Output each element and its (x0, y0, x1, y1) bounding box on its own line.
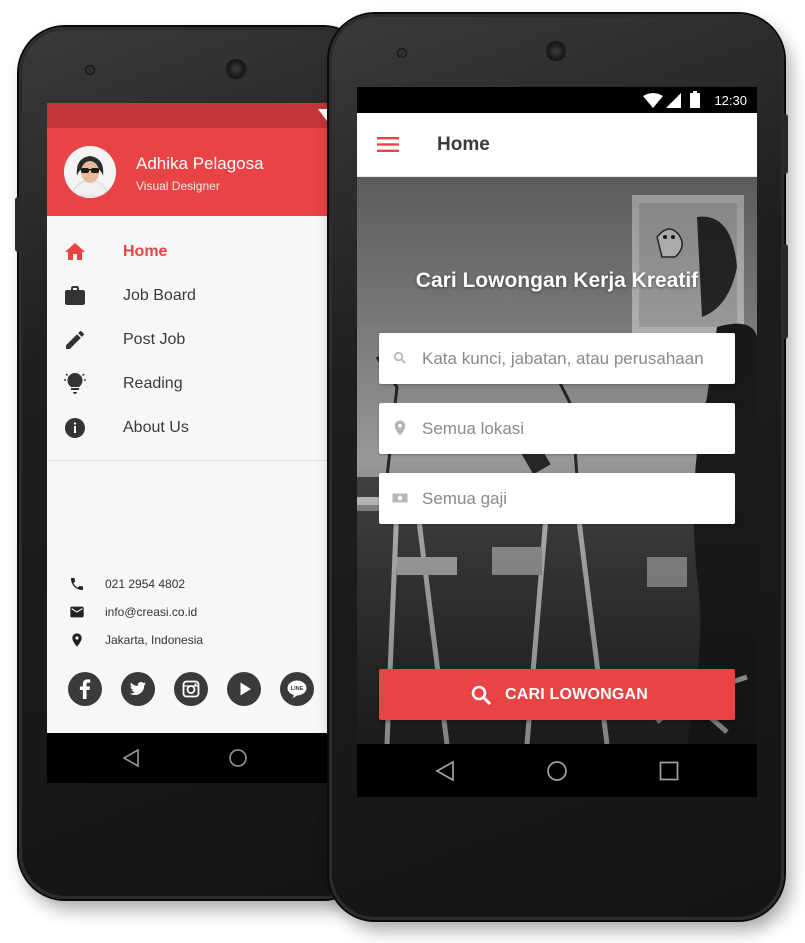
twitter-button[interactable] (121, 672, 155, 706)
battery-icon (690, 91, 700, 108)
menu-item-label: Job Board (123, 287, 196, 304)
phone-icon (71, 578, 83, 590)
drawer-menu: Home Job Board Post Job Reading About Us (47, 230, 327, 450)
facebook-button[interactable] (68, 672, 102, 706)
contact-email[interactable]: info@creasi.co.id (69, 602, 319, 622)
location-pin-icon (72, 633, 82, 647)
pencil-icon (66, 330, 85, 349)
user-name: Adhika Pelagosa (136, 154, 264, 173)
office-background-photo (357, 177, 757, 744)
menu-divider (47, 460, 327, 461)
avatar[interactable] (64, 146, 116, 198)
back-nav-icon[interactable] (435, 760, 455, 782)
lightbulb-icon (64, 373, 86, 394)
home-screen: 12:30 Home Cari Lowongan Kerja Kreatif K… (357, 87, 757, 797)
salary-placeholder: Semua gaji (422, 489, 508, 508)
twitter-icon (129, 682, 146, 695)
volume-button (782, 244, 788, 339)
search-icon (393, 351, 406, 364)
youtube-button[interactable] (227, 672, 261, 706)
user-role: Visual Designer (136, 179, 220, 193)
home-nav-icon[interactable] (546, 760, 568, 782)
menu-item-home[interactable]: Home (47, 230, 327, 274)
left-system-nav-bar (47, 733, 327, 783)
search-button-label: CARI LOWONGAN (505, 686, 649, 703)
signal-icon (666, 93, 681, 108)
app-bar: Home (357, 113, 757, 177)
contact-location[interactable]: Jakarta, Indonesia (69, 630, 319, 650)
youtube-icon (240, 682, 251, 696)
briefcase-icon (65, 286, 85, 305)
page-title: Home (437, 134, 490, 155)
keyword-search-field[interactable]: Kata kunci, jabatan, atau perusahaan (379, 333, 735, 384)
recent-apps-nav-icon[interactable] (659, 761, 679, 781)
status-bar (47, 103, 327, 128)
earpiece-speaker (546, 41, 566, 61)
money-icon (392, 493, 408, 503)
navigation-drawer-screen: Adhika Pelagosa Visual Designer Home Job… (47, 103, 327, 783)
menu-item-reading[interactable]: Reading (47, 362, 327, 406)
salary-select-field[interactable]: Semua gaji (379, 473, 735, 524)
drawer-header: Adhika Pelagosa Visual Designer (47, 128, 327, 216)
svg-text:LINE: LINE (291, 686, 304, 692)
instagram-button[interactable] (174, 672, 208, 706)
front-camera (85, 65, 95, 75)
contact-text: info@creasi.co.id (105, 605, 198, 619)
search-icon (471, 685, 492, 706)
menu-item-about-us[interactable]: About Us (47, 406, 327, 450)
menu-item-job-board[interactable]: Job Board (47, 274, 327, 318)
menu-item-label: Reading (123, 375, 183, 392)
contact-text: 021 2954 4802 (105, 577, 186, 591)
home-nav-icon[interactable] (228, 748, 248, 768)
status-bar: 12:30 (357, 87, 757, 113)
wifi-icon (643, 93, 663, 108)
home-icon (65, 243, 85, 260)
menu-item-label: Post Job (123, 331, 186, 348)
volume-button (15, 197, 21, 252)
location-placeholder: Semua lokasi (422, 419, 525, 438)
right-system-nav-bar (357, 744, 757, 797)
hero-search-section: Cari Lowongan Kerja Kreatif Kata kunci, … (357, 177, 757, 744)
hero-title: Cari Lowongan Kerja Kreatif (415, 269, 699, 292)
search-jobs-button[interactable]: CARI LOWONGAN (379, 669, 735, 720)
instagram-icon (182, 680, 200, 698)
email-icon (70, 606, 84, 618)
status-time: 12:30 (714, 93, 747, 108)
contact-phone[interactable]: 021 2954 4802 (69, 574, 319, 594)
power-button (782, 114, 788, 174)
menu-item-label: Home (123, 243, 168, 260)
facebook-icon (79, 679, 91, 699)
line-button[interactable]: LINE (280, 672, 314, 706)
location-select-field[interactable]: Semua lokasi (379, 403, 735, 454)
menu-item-label: About Us (123, 419, 189, 436)
location-pin-icon (394, 420, 406, 436)
hamburger-menu-icon[interactable] (377, 136, 399, 153)
back-nav-icon[interactable] (122, 748, 140, 768)
front-camera (397, 48, 407, 58)
info-icon (65, 418, 85, 438)
menu-item-post-job[interactable]: Post Job (47, 318, 327, 362)
keyword-placeholder: Kata kunci, jabatan, atau perusahaan (422, 349, 704, 368)
line-icon: LINE (287, 680, 307, 698)
earpiece-speaker (226, 59, 246, 79)
contact-text: Jakarta, Indonesia (105, 633, 204, 647)
